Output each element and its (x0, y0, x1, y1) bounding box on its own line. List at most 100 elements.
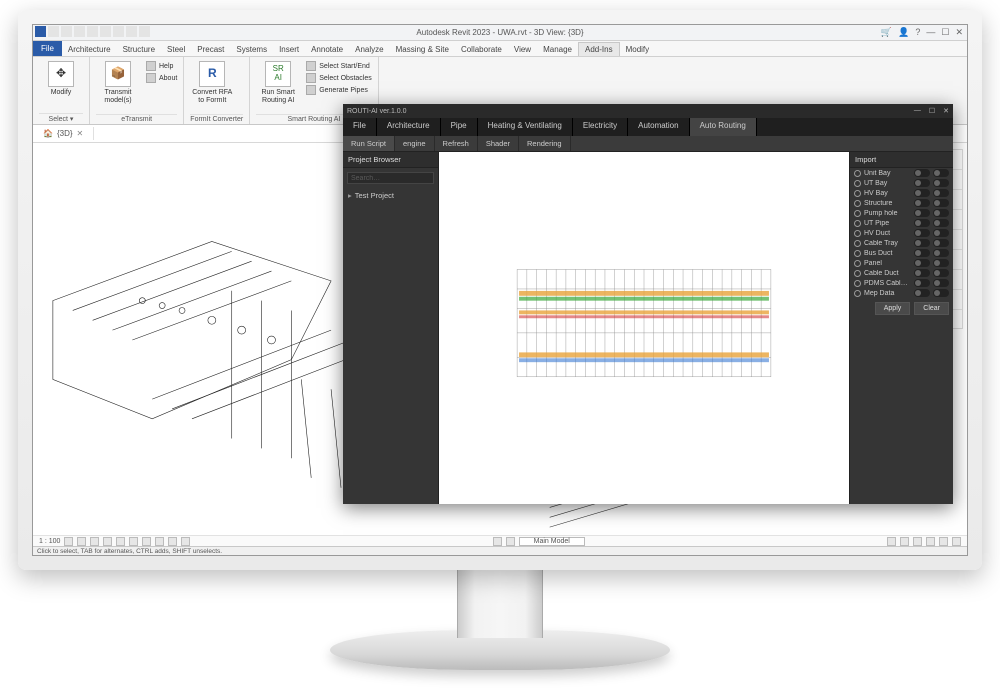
plugin-3d-viewport[interactable] (439, 152, 849, 504)
ribbon-tab[interactable]: Manage (537, 43, 578, 56)
view-scale[interactable]: 1 : 100 (39, 538, 60, 545)
quick-access-toolbar[interactable] (35, 26, 150, 37)
radio-icon[interactable] (854, 220, 861, 227)
toggle-switch[interactable] (914, 269, 930, 277)
toggle-switch[interactable] (933, 189, 949, 197)
plugin-subtab[interactable]: engine (395, 136, 435, 151)
minimize-button[interactable]: — (926, 27, 935, 38)
toggle-switch[interactable] (933, 219, 949, 227)
radio-icon[interactable] (854, 180, 861, 187)
clear-button[interactable]: Clear (914, 302, 949, 315)
transmit-button[interactable]: 📦 Transmit model(s) (96, 61, 140, 104)
radio-icon[interactable] (854, 270, 861, 277)
qat-icon[interactable] (74, 26, 85, 37)
ribbon-tab-addins[interactable]: Add-Ins (578, 42, 620, 56)
radio-icon[interactable] (854, 230, 861, 237)
plugin-subtab[interactable]: Shader (478, 136, 519, 151)
ribbon-tab[interactable]: Precast (191, 43, 230, 56)
close-view-button[interactable]: ✕ (77, 129, 84, 138)
vc-icon[interactable] (90, 537, 99, 546)
toggle-switch[interactable] (933, 239, 949, 247)
toggle-switch[interactable] (914, 169, 930, 177)
view-tab-3d[interactable]: 🏠 {3D} ✕ (33, 127, 94, 140)
toggle-switch[interactable] (933, 289, 949, 297)
qat-icon[interactable] (100, 26, 111, 37)
ribbon-tab[interactable]: Collaborate (455, 43, 508, 56)
toggle-switch[interactable] (933, 249, 949, 257)
import-row[interactable]: Cable Duct (850, 268, 953, 278)
plugin-subtab[interactable]: Run Script (343, 136, 395, 151)
plugin-tab[interactable]: Automation (628, 118, 689, 136)
import-row[interactable]: UT Pipe (850, 218, 953, 228)
radio-icon[interactable] (854, 210, 861, 217)
plugin-subtab[interactable]: Rendering (519, 136, 571, 151)
import-row[interactable]: Unit Bay (850, 168, 953, 178)
toggle-switch[interactable] (914, 209, 930, 217)
vc-icon[interactable] (493, 537, 502, 546)
vc-icon[interactable] (506, 537, 515, 546)
qat-icon[interactable] (48, 26, 59, 37)
toggle-switch[interactable] (914, 199, 930, 207)
generate-pipes-button[interactable]: Generate Pipes (306, 85, 372, 95)
radio-icon[interactable] (854, 260, 861, 267)
project-search-input[interactable]: Search… (347, 172, 434, 184)
ribbon-tab[interactable]: Systems (230, 43, 273, 56)
qat-icon[interactable] (87, 26, 98, 37)
toggle-switch[interactable] (914, 239, 930, 247)
plugin-tab[interactable]: File (343, 118, 377, 136)
ribbon-tab[interactable]: Massing & Site (390, 43, 455, 56)
toggle-switch[interactable] (914, 179, 930, 187)
toggle-switch[interactable] (914, 229, 930, 237)
toggle-switch[interactable] (933, 229, 949, 237)
toggle-switch[interactable] (933, 279, 949, 287)
radio-icon[interactable] (854, 170, 861, 177)
modify-button[interactable]: ✥ Modify (39, 61, 83, 97)
vc-icon[interactable] (155, 537, 164, 546)
import-row[interactable]: Panel (850, 258, 953, 268)
toggle-switch[interactable] (933, 179, 949, 187)
import-row[interactable]: Structure (850, 198, 953, 208)
import-row[interactable]: UT Bay (850, 178, 953, 188)
qat-icon[interactable] (61, 26, 72, 37)
user-icon[interactable]: 👤 (898, 27, 909, 38)
plugin-titlebar[interactable]: ROUTI-AI ver.1.0.0 — ☐ ✕ (343, 104, 953, 118)
toggle-switch[interactable] (914, 219, 930, 227)
ribbon-tab[interactable]: Annotate (305, 43, 349, 56)
file-tab[interactable]: File (33, 41, 62, 56)
vc-icon[interactable] (913, 537, 922, 546)
radio-icon[interactable] (854, 190, 861, 197)
select-obstacles-button[interactable]: Select Obstacles (306, 73, 372, 83)
radio-icon[interactable] (854, 290, 861, 297)
toggle-switch[interactable] (914, 289, 930, 297)
qat-icon[interactable] (113, 26, 124, 37)
convert-rfa-button[interactable]: R Convert RFA to FormIt (190, 61, 234, 104)
plugin-tab[interactable]: Electricity (573, 118, 628, 136)
vc-icon[interactable] (900, 537, 909, 546)
ribbon-tab[interactable]: Structure (117, 43, 161, 56)
import-row[interactable]: PDMS Cable Duct (850, 278, 953, 288)
plugin-tab[interactable]: Architecture (377, 118, 441, 136)
vc-icon[interactable] (77, 537, 86, 546)
project-tree-item[interactable]: ▸Test Project (343, 188, 438, 203)
plugin-minimize-button[interactable]: — (914, 107, 921, 115)
import-row[interactable]: Pump hole (850, 208, 953, 218)
plugin-maximize-button[interactable]: ☐ (929, 107, 935, 115)
plugin-tab[interactable]: Pipe (441, 118, 478, 136)
vc-icon[interactable] (181, 537, 190, 546)
toggle-switch[interactable] (933, 169, 949, 177)
import-row[interactable]: HV Duct (850, 228, 953, 238)
close-button[interactable]: ✕ (955, 27, 963, 38)
vc-icon[interactable] (129, 537, 138, 546)
vc-icon[interactable] (142, 537, 151, 546)
expand-icon[interactable]: ▸ (348, 191, 352, 200)
plugin-close-button[interactable]: ✕ (943, 107, 949, 115)
plugin-subtab[interactable]: Refresh (435, 136, 478, 151)
help-button[interactable]: Help (146, 61, 177, 71)
ribbon-tab[interactable]: Modify (620, 43, 656, 56)
qat-icon[interactable] (126, 26, 137, 37)
radio-icon[interactable] (854, 250, 861, 257)
plugin-tab-auto-routing[interactable]: Auto Routing (690, 118, 757, 136)
maximize-button[interactable]: ☐ (941, 27, 949, 38)
select-start-end-button[interactable]: Select Start/End (306, 61, 372, 71)
apply-button[interactable]: Apply (875, 302, 911, 315)
